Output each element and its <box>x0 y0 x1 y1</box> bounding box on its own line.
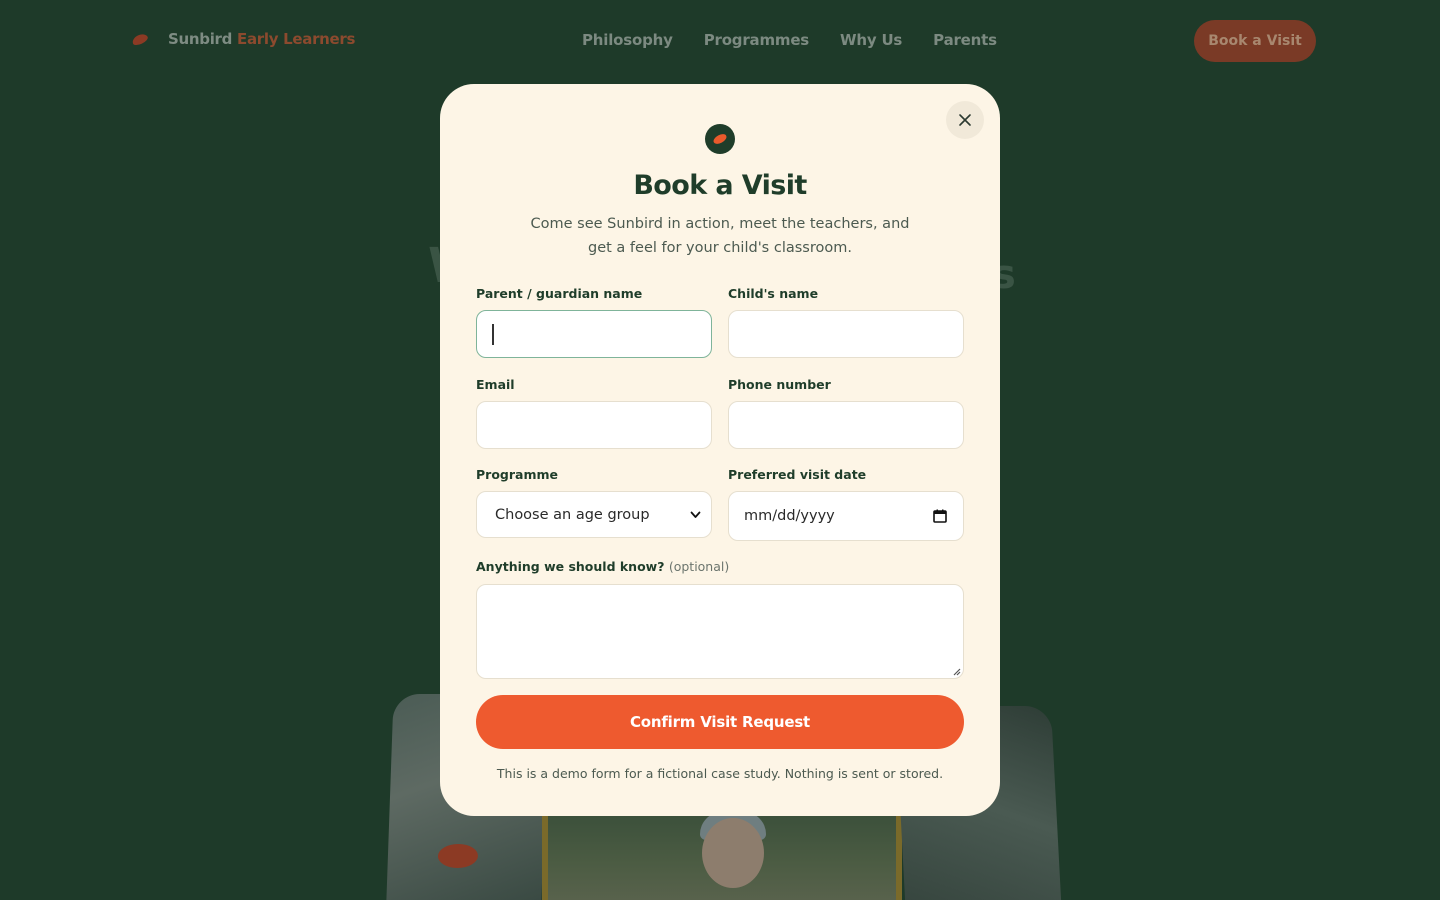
phone-input[interactable] <box>728 401 964 449</box>
parent-name-input[interactable] <box>476 310 712 358</box>
notes-label: Anything we should know? (optional) <box>476 559 729 574</box>
brand-logo[interactable]: Sunbird Early Learners <box>130 30 355 48</box>
hero-photo-center <box>542 810 902 900</box>
brand-name-first: Sunbird <box>168 30 233 48</box>
notes-optional-hint: (optional) <box>668 559 730 574</box>
photo-detail <box>702 818 764 888</box>
photo-detail <box>437 844 479 868</box>
child-name-input[interactable] <box>728 310 964 358</box>
programme-label: Programme <box>476 467 558 482</box>
text-cursor <box>492 324 494 345</box>
close-icon <box>959 114 971 126</box>
confirm-visit-button[interactable]: Confirm Visit Request <box>476 695 964 749</box>
visit-date-placeholder: mm/dd/yyyy <box>744 508 835 524</box>
nav-link-parents[interactable]: Parents <box>933 31 997 49</box>
logo-badge <box>705 124 735 154</box>
brand-name-accent: Early Learners <box>237 30 356 48</box>
nav-links: Philosophy Programmes Why Us Parents <box>582 31 997 49</box>
visit-date-input[interactable]: mm/dd/yyyy <box>728 491 964 541</box>
calendar-icon[interactable] <box>933 509 947 523</box>
close-button[interactable] <box>946 101 984 139</box>
nav-link-why-us[interactable]: Why Us <box>840 31 902 49</box>
nav-link-programmes[interactable]: Programmes <box>704 31 810 49</box>
email-label: Email <box>476 377 515 392</box>
leaf-icon <box>711 132 729 146</box>
notes-textarea[interactable] <box>476 584 964 679</box>
programme-select[interactable]: Choose an age group <box>476 491 712 538</box>
notes-label-text: Anything we should know? <box>476 559 665 574</box>
leaf-icon <box>130 31 150 47</box>
programme-selected-value: Choose an age group <box>495 506 650 523</box>
child-name-label: Child's name <box>728 286 819 301</box>
visit-date-label: Preferred visit date <box>728 467 867 482</box>
resize-handle-icon[interactable] <box>952 667 961 676</box>
email-input[interactable] <box>476 401 712 449</box>
parent-name-label: Parent / guardian name <box>476 286 643 301</box>
brand-name: Sunbird Early Learners <box>168 30 355 48</box>
top-navigation: Sunbird Early Learners Philosophy Progra… <box>0 0 1440 84</box>
book-visit-modal: Book a Visit Come see Sunbird in action,… <box>440 84 1000 816</box>
photo-detail <box>542 810 548 900</box>
chevron-down-icon <box>690 511 701 518</box>
modal-subtitle: Come see Sunbird in action, meet the tea… <box>530 216 910 256</box>
nav-book-visit-button[interactable]: Book a Visit <box>1194 20 1316 62</box>
modal-title: Book a Visit <box>633 170 807 201</box>
phone-label: Phone number <box>728 377 831 392</box>
nav-link-philosophy[interactable]: Philosophy <box>582 31 673 49</box>
form-disclaimer: This is a demo form for a fictional case… <box>496 766 944 781</box>
